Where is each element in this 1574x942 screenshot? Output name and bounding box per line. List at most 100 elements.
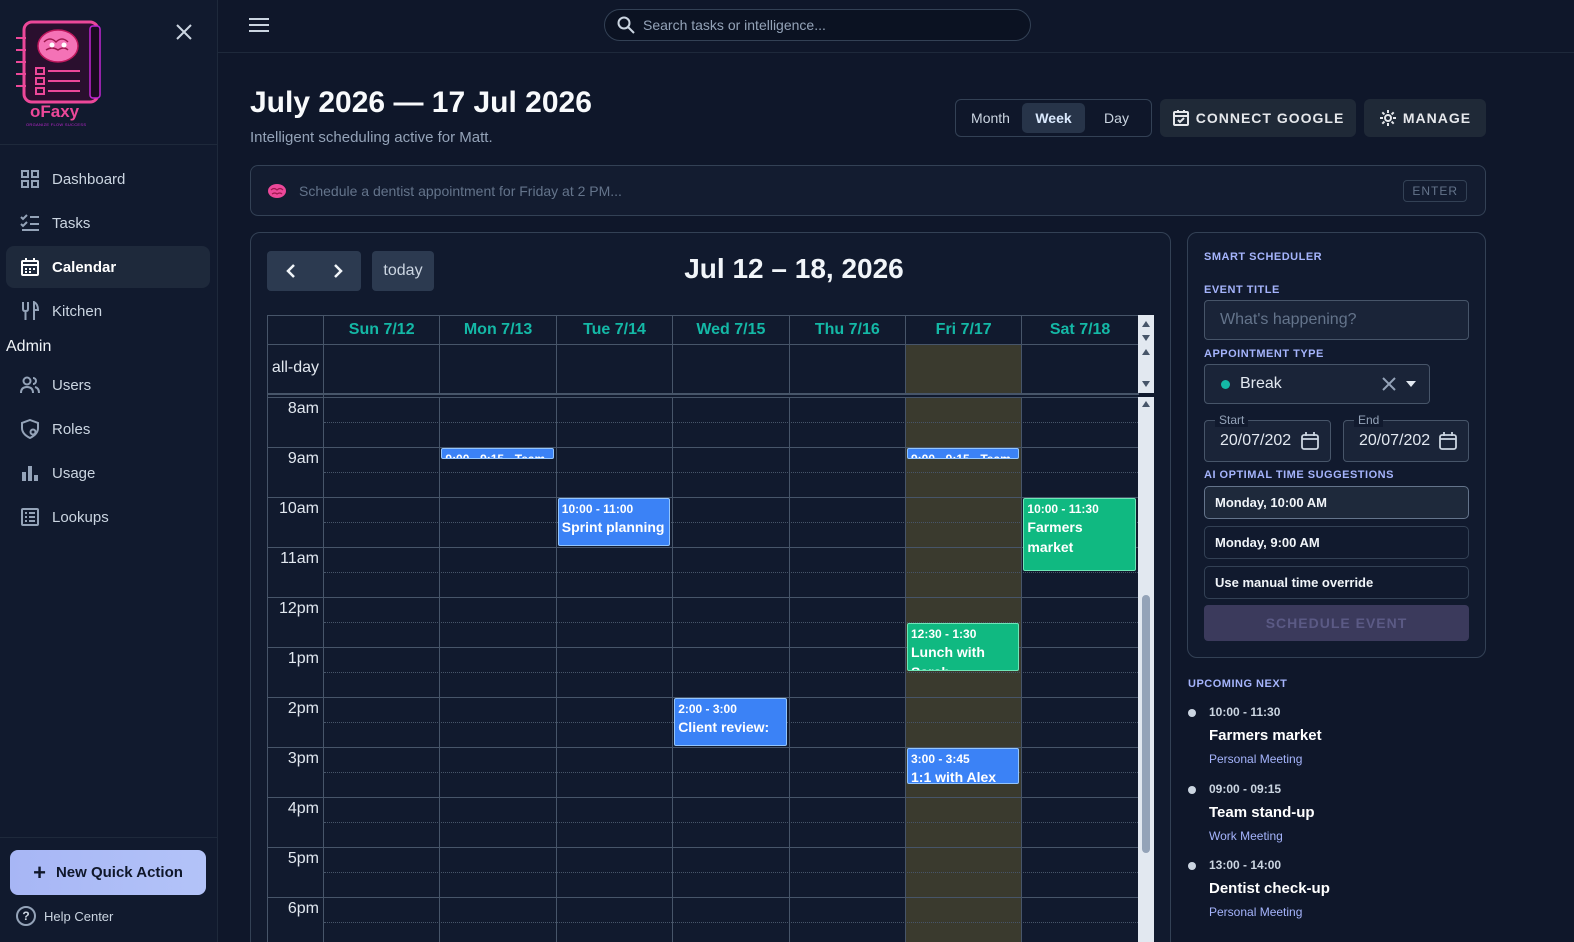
- calendar-event[interactable]: 12:30 - 1:30 Lunch with Sarah: [907, 623, 1020, 671]
- sidebar-item-dashboard[interactable]: Dashboard: [6, 158, 210, 200]
- scrollbar-thumb[interactable]: [1142, 595, 1150, 853]
- close-sidebar-button[interactable]: [172, 22, 196, 46]
- search-box: [604, 9, 1031, 41]
- ofaxy-logo[interactable]: oFaxy ORGANIZE FLOW SUCCESS: [14, 18, 106, 128]
- sidebar-item-tasks[interactable]: Tasks: [6, 202, 210, 244]
- sidebar-item-roles[interactable]: Roles: [6, 408, 210, 450]
- scroll-arrow-icon[interactable]: [1142, 349, 1150, 355]
- calendar-event[interactable]: 10:00 - 11:30 Farmers market: [1023, 498, 1136, 571]
- clear-type-icon[interactable]: [1381, 376, 1397, 392]
- view-toggle: Month Week Day: [955, 99, 1152, 137]
- event-title-input[interactable]: [1205, 301, 1468, 339]
- calendar-event[interactable]: 3:00 - 3:45 1:1 with Alex: [907, 748, 1020, 784]
- allday-cell[interactable]: [1021, 345, 1023, 395]
- day-header[interactable]: Mon 7/13: [440, 315, 557, 345]
- upcoming-time: 13:00 - 14:00: [1209, 858, 1282, 872]
- appointment-type-select[interactable]: Break: [1204, 364, 1430, 404]
- sidebar-item-calendar[interactable]: Calendar: [6, 246, 210, 288]
- allday-cell[interactable]: [672, 345, 674, 395]
- upcoming-time: 10:00 - 11:30: [1209, 705, 1281, 719]
- hamburger-icon: [249, 18, 269, 32]
- sidebar-item-lookups[interactable]: Lookups: [6, 496, 210, 538]
- hour-line: [267, 847, 1138, 848]
- bullet-icon: [1188, 709, 1196, 717]
- day-header[interactable]: Wed 7/15: [673, 315, 790, 345]
- scroll-arrow-icon[interactable]: [1142, 401, 1150, 407]
- manual-override-option[interactable]: Use manual time override: [1204, 566, 1469, 599]
- scroll-arrow-icon[interactable]: [1142, 321, 1150, 327]
- gear-icon: [1379, 109, 1397, 127]
- day-header[interactable]: Sat 7/18: [1022, 315, 1139, 345]
- shield-icon: [20, 419, 40, 439]
- day-column-line: [788, 397, 790, 942]
- day-header[interactable]: Sun 7/12: [324, 315, 441, 345]
- sidebar-item-label: Usage: [52, 464, 96, 482]
- day-header[interactable]: Fri 7/17: [906, 315, 1023, 345]
- end-date-value: 20/07/202: [1359, 432, 1431, 449]
- connect-google-button[interactable]: CONNECT GOOGLE: [1160, 99, 1356, 137]
- new-quick-action-button[interactable]: + New Quick Action: [10, 850, 206, 895]
- time-label: 1pm: [287, 650, 319, 667]
- calendar-check-icon: [1172, 109, 1190, 127]
- calendar-event[interactable]: 10:00 - 11:00 Sprint planning: [557, 498, 671, 546]
- schedule-event-button[interactable]: SCHEDULE EVENT: [1204, 605, 1469, 641]
- time-label: 8am: [287, 400, 319, 417]
- enter-key-hint[interactable]: ENTER: [1403, 179, 1467, 202]
- sidebar-item-users[interactable]: Users: [6, 364, 210, 406]
- day-header[interactable]: Tue 7/14: [556, 315, 674, 345]
- sidebar-item-kitchen[interactable]: Kitchen: [6, 290, 210, 332]
- menu-button[interactable]: [248, 14, 270, 36]
- appointment-type-value: Break: [1240, 375, 1282, 392]
- dropdown-arrow-icon[interactable]: [1405, 380, 1417, 388]
- suggestion-option[interactable]: Monday, 10:00 AM: [1204, 486, 1469, 519]
- half-hour-line: [324, 522, 1138, 523]
- event-time: 9:00 - 9:15 - Team: [911, 451, 1015, 458]
- allday-cell[interactable]: [905, 345, 906, 395]
- page-title: July 2026 — 17 Jul 2026: [250, 86, 592, 119]
- search-input[interactable]: [643, 17, 1030, 33]
- sidebar-item-label: Tasks: [52, 214, 91, 232]
- week-grid: Sun 7/12 Mon 7/13 Tue 7/14 Wed 7/15 Thu 7/16…: [267, 315, 1155, 942]
- help-center-link[interactable]: ? Help Center: [16, 906, 113, 926]
- view-day-button[interactable]: Day: [1085, 103, 1148, 133]
- view-week-button[interactable]: Week: [1022, 103, 1085, 133]
- calendar-picker-icon[interactable]: [1438, 431, 1458, 451]
- time-label: 5pm: [287, 850, 319, 867]
- end-date-field[interactable]: End 20/07/202: [1343, 413, 1469, 462]
- allday-cell[interactable]: [555, 345, 557, 395]
- calendar-range-title: Jul 12 – 18, 2026: [684, 253, 904, 284]
- sidebar-item-label: Roles: [52, 420, 91, 438]
- scroll-arrow-icon[interactable]: [1142, 335, 1150, 341]
- event-time: 2:00 - 3:00: [678, 702, 737, 716]
- suggestion-option[interactable]: Monday, 9:00 AM: [1204, 526, 1469, 559]
- brand-tagline: ORGANIZE FLOW SUCCESS: [26, 122, 87, 127]
- calendar-event[interactable]: 9:00 - 9:15 - Team: [907, 448, 1020, 459]
- time-label: 9am: [287, 450, 319, 467]
- allday-cell[interactable]: [439, 345, 441, 395]
- scroll-arrow-icon[interactable]: [1142, 381, 1150, 387]
- start-date-field[interactable]: Start 20/07/202: [1204, 413, 1331, 462]
- day-header[interactable]: Thu 7/16: [789, 315, 906, 345]
- upcoming-time: 09:00 - 09:15: [1209, 782, 1282, 796]
- view-month-button[interactable]: Month: [959, 103, 1022, 133]
- calendar-event[interactable]: 9:00 - 9:15 - Team: [441, 448, 554, 459]
- topbar: [218, 0, 1574, 53]
- header-corner: [267, 315, 324, 345]
- allday-cell[interactable]: [788, 345, 790, 395]
- sidebar-item-usage[interactable]: Usage: [6, 452, 210, 494]
- calendar-event[interactable]: 2:00 - 3:00 Client review:: [674, 698, 787, 746]
- event-title: Farmers market: [1027, 519, 1083, 555]
- day-column-line: [439, 397, 441, 942]
- calendar-picker-icon[interactable]: [1300, 431, 1320, 451]
- time-label: 12pm: [278, 600, 319, 617]
- time-label: 3pm: [287, 750, 319, 767]
- manage-button[interactable]: MANAGE: [1364, 99, 1486, 137]
- hour-line: [267, 797, 1138, 798]
- bullet-icon: [1188, 862, 1196, 870]
- sidebar-item-label: Dashboard: [52, 170, 126, 188]
- ai-command-input[interactable]: [299, 182, 1404, 199]
- day-column-line: [905, 397, 906, 942]
- scheduler-title: SMART SCHEDULER: [1204, 251, 1323, 263]
- hour-line: [267, 897, 1138, 898]
- upcoming-name: Dentist check-up: [1209, 880, 1330, 897]
